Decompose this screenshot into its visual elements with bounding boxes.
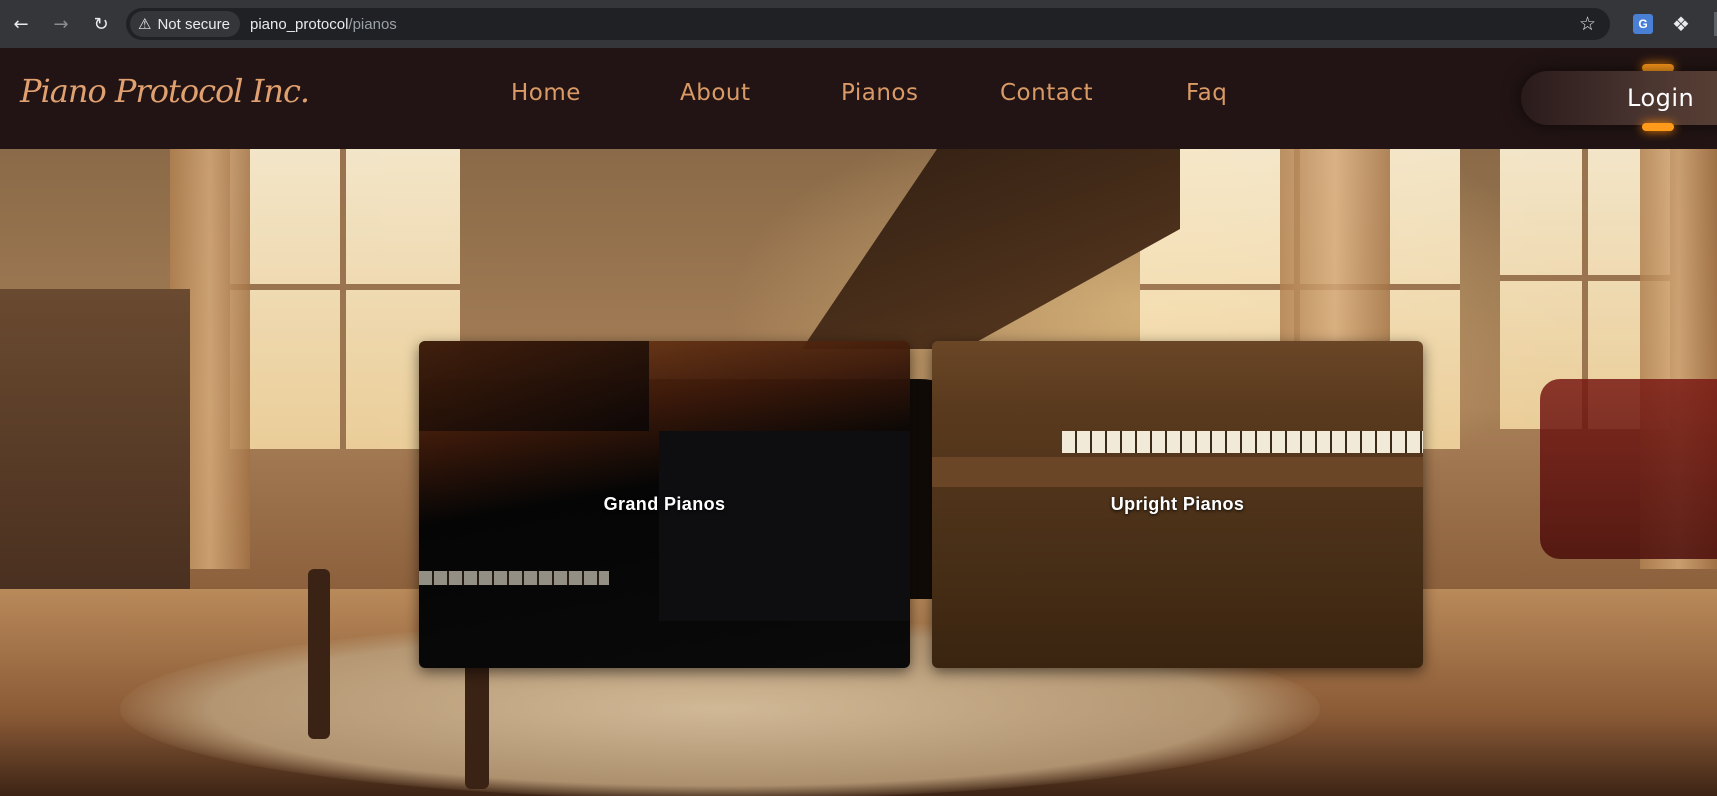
armchair: [1540, 379, 1717, 559]
extensions-icon[interactable]: ❖: [1669, 12, 1693, 36]
grand-pianos-label: Grand Pianos: [603, 494, 726, 514]
browser-toolbar: ← → ↻ ⚠ Not secure piano_protocol/pianos…: [0, 0, 1717, 48]
translate-icon[interactable]: G: [1631, 12, 1655, 36]
security-chip[interactable]: ⚠ Not secure: [130, 11, 240, 37]
star-icon[interactable]: ☆: [1579, 13, 1596, 35]
grand-pianos-card[interactable]: Grand Pianos: [419, 341, 910, 668]
warning-icon: ⚠: [138, 16, 152, 33]
card-image-keys: [419, 571, 609, 585]
url-path: /pianos: [348, 15, 397, 33]
card-image-lid: [419, 341, 649, 431]
nav-home[interactable]: Home: [511, 80, 581, 106]
back-icon[interactable]: ←: [2, 5, 40, 43]
site-header: Piano Protocol Inc. Home About Pianos Co…: [0, 48, 1717, 149]
login-button[interactable]: Login: [1521, 71, 1717, 125]
bench-leg: [308, 569, 330, 739]
upright-pianos-card[interactable]: Upright Pianos: [932, 341, 1423, 668]
forward-icon[interactable]: →: [42, 5, 80, 43]
card-image-keys: [1062, 431, 1423, 453]
login-glow-bottom: [1642, 123, 1674, 131]
address-bar[interactable]: ⚠ Not secure piano_protocol/pianos ☆: [126, 8, 1610, 40]
card-image-keyboard-rail: [932, 457, 1423, 487]
piano-lid: [802, 149, 1180, 349]
security-label: Not secure: [157, 15, 230, 33]
url-text[interactable]: piano_protocol/pianos: [250, 16, 397, 33]
card-image-body: [659, 431, 910, 621]
site-logo[interactable]: Piano Protocol Inc.: [20, 72, 310, 110]
reload-icon[interactable]: ↻: [82, 5, 120, 43]
url-host: piano_protocol: [250, 15, 349, 33]
nav-about[interactable]: About: [680, 80, 751, 106]
nav-pianos[interactable]: Pianos: [841, 80, 918, 106]
fireplace: [0, 289, 190, 589]
upright-pianos-label: Upright Pianos: [1110, 494, 1245, 514]
nav-contact[interactable]: Contact: [1000, 80, 1093, 106]
nav-faq[interactable]: Faq: [1186, 80, 1227, 106]
